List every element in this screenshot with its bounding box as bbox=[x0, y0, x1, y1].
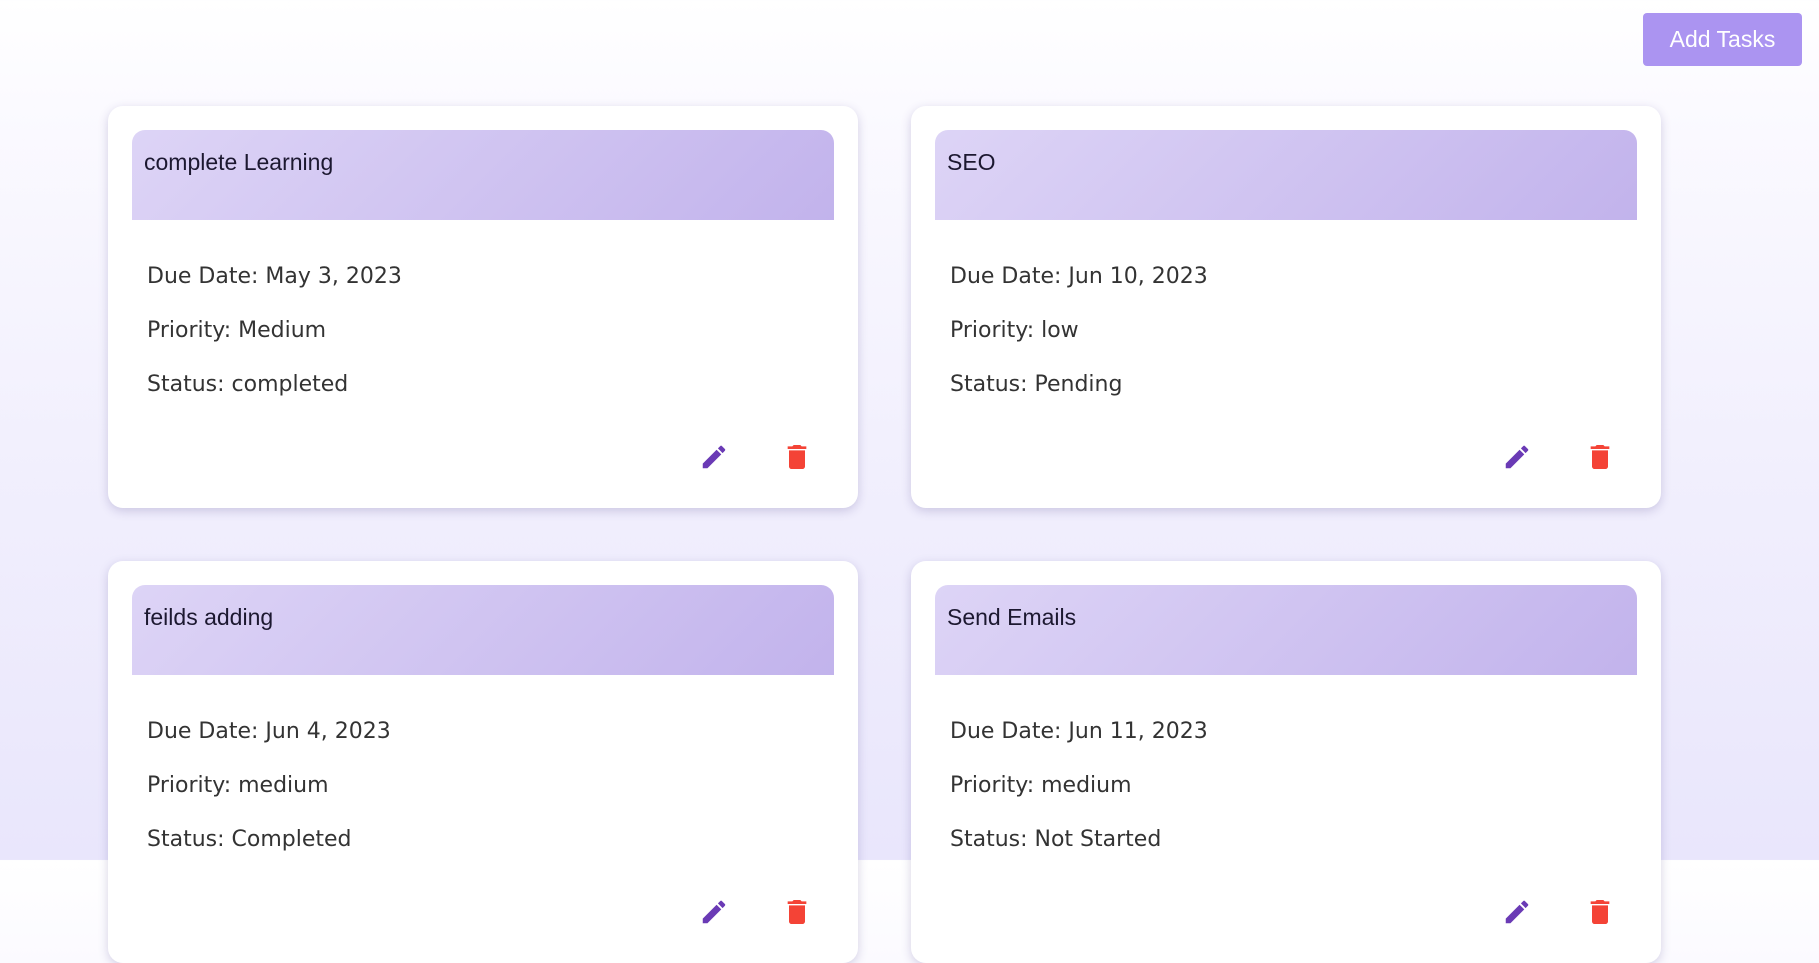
edit-task-button[interactable] bbox=[1497, 892, 1537, 932]
task-status: Status: completed bbox=[147, 372, 349, 397]
delete-task-button[interactable] bbox=[1580, 892, 1620, 932]
task-priority: Priority: low bbox=[950, 318, 1079, 343]
task-card: feilds adding Due Date: Jun 4, 2023 Prio… bbox=[108, 561, 858, 963]
delete-task-button[interactable] bbox=[777, 892, 817, 932]
task-due-date: Due Date: Jun 10, 2023 bbox=[950, 264, 1208, 289]
task-due-date: Due Date: May 3, 2023 bbox=[147, 264, 402, 289]
delete-icon bbox=[1590, 900, 1610, 924]
edit-task-button[interactable] bbox=[694, 437, 734, 477]
task-title: feilds adding bbox=[144, 604, 274, 630]
task-card-header: SEO bbox=[935, 130, 1637, 220]
delete-task-button[interactable] bbox=[1580, 437, 1620, 477]
task-status: Status: Not Started bbox=[950, 827, 1162, 852]
edit-icon bbox=[702, 900, 726, 924]
task-title: SEO bbox=[947, 149, 996, 175]
task-card-header: Send Emails bbox=[935, 585, 1637, 675]
task-card: SEO Due Date: Jun 10, 2023 Priority: low… bbox=[911, 106, 1661, 508]
task-title: complete Learning bbox=[144, 149, 334, 175]
edit-icon bbox=[1505, 445, 1529, 469]
edit-task-button[interactable] bbox=[694, 892, 734, 932]
task-due-date: Due Date: Jun 4, 2023 bbox=[147, 719, 391, 744]
task-status: Status: Completed bbox=[147, 827, 352, 852]
delete-task-button[interactable] bbox=[777, 437, 817, 477]
delete-icon bbox=[1590, 445, 1610, 469]
delete-icon bbox=[787, 445, 807, 469]
task-priority: Priority: Medium bbox=[147, 318, 327, 343]
task-card-header: complete Learning bbox=[132, 130, 834, 220]
task-title: Send Emails bbox=[947, 604, 1077, 630]
task-due-date: Due Date: Jun 11, 2023 bbox=[950, 719, 1208, 744]
task-status: Status: Pending bbox=[950, 372, 1123, 397]
task-card: Send Emails Due Date: Jun 11, 2023 Prior… bbox=[911, 561, 1661, 963]
add-tasks-button[interactable]: Add Tasks bbox=[1643, 13, 1802, 66]
task-priority: Priority: medium bbox=[950, 773, 1132, 798]
task-card-header: feilds adding bbox=[132, 585, 834, 675]
edit-icon bbox=[702, 445, 726, 469]
task-priority: Priority: medium bbox=[147, 773, 329, 798]
delete-icon bbox=[787, 900, 807, 924]
edit-icon bbox=[1505, 900, 1529, 924]
task-card: complete Learning Due Date: May 3, 2023 … bbox=[108, 106, 858, 508]
edit-task-button[interactable] bbox=[1497, 437, 1537, 477]
